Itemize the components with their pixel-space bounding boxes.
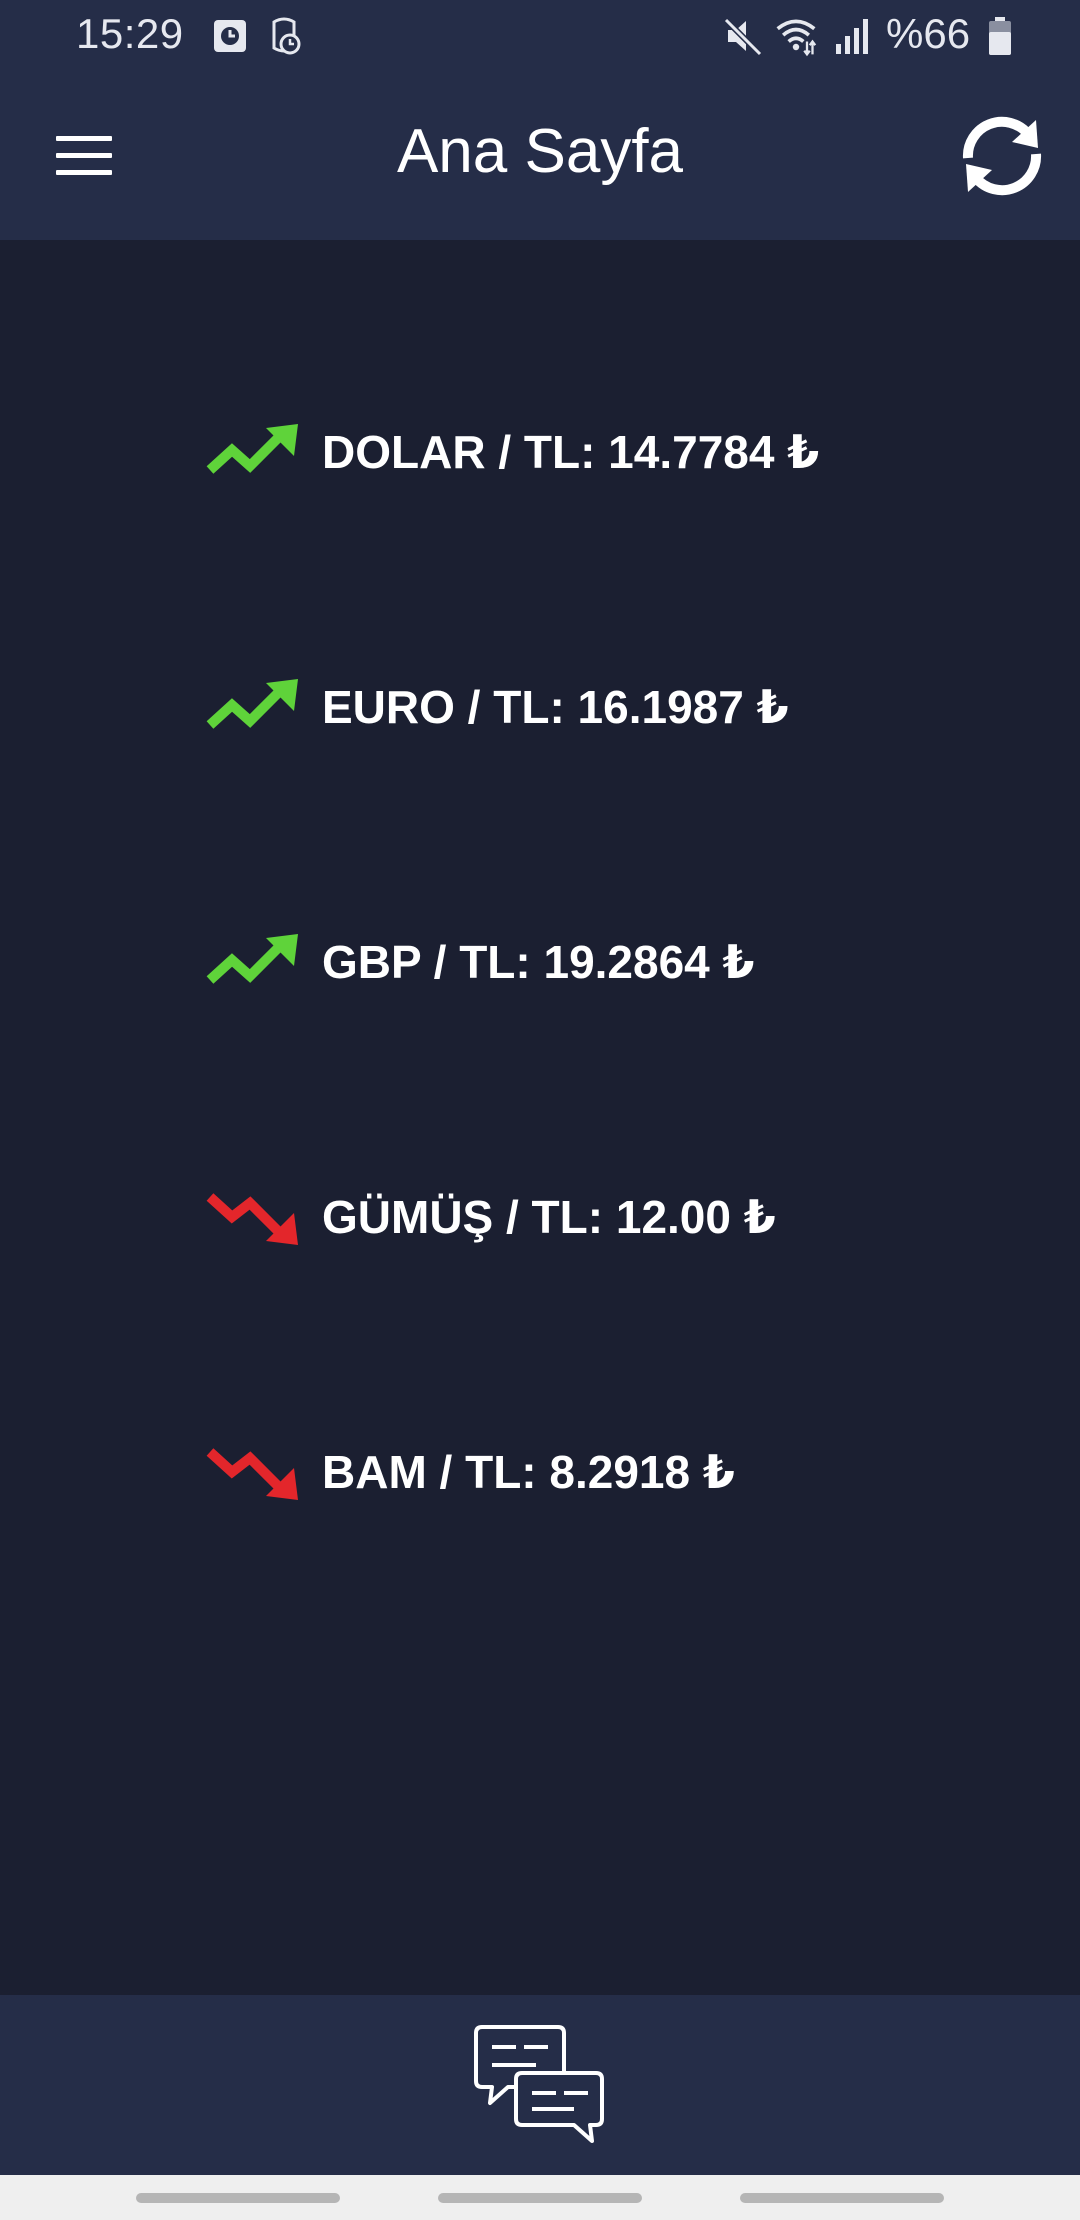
rate-row-dolar: DOLAR / TL: 14.7784 ₺ — [204, 402, 819, 502]
rate-text: EURO / TL: 16.1987 ₺ — [322, 681, 789, 733]
app-bar: Ana Sayfa — [0, 72, 1080, 240]
trend-up-icon — [206, 679, 298, 729]
alarm-icon — [214, 20, 246, 52]
refresh-button[interactable] — [952, 106, 1052, 206]
trend-up-icon — [206, 424, 298, 474]
status-bar: 15:29 %66 — [0, 0, 1080, 72]
rate-text: BAM / TL: 8.2918 ₺ — [322, 1446, 735, 1498]
rate-row-bam: BAM / TL: 8.2918 ₺ — [204, 1422, 735, 1522]
rate-row-gumus: GÜMÜŞ / TL: 12.00 ₺ — [204, 1167, 776, 1267]
signal-icon — [836, 19, 868, 54]
system-nav-bar — [0, 2175, 1080, 2220]
status-time: 15:29 — [76, 10, 184, 57]
trend-down-icon — [206, 1193, 298, 1245]
rates-list: DOLAR / TL: 14.7784 ₺ EURO / TL: 16.1987… — [0, 240, 1080, 1995]
nav-back-button[interactable] — [740, 2193, 944, 2203]
refresh-icon — [962, 116, 1042, 196]
wifi-icon — [776, 19, 817, 57]
rate-text: GÜMÜŞ / TL: 12.00 ₺ — [322, 1191, 776, 1243]
battery-icon — [989, 17, 1011, 55]
rate-text: DOLAR / TL: 14.7784 ₺ — [322, 426, 820, 478]
rate-row-euro: EURO / TL: 16.1987 ₺ — [204, 657, 789, 757]
battery-percentage: %66 — [886, 10, 971, 57]
bottom-bar — [0, 1995, 1080, 2175]
rate-text: GBP / TL: 19.2864 ₺ — [322, 936, 755, 988]
chat-button[interactable] — [472, 2021, 608, 2149]
trend-up-icon — [206, 934, 298, 984]
chat-icon — [474, 2025, 604, 2143]
nav-recents-button[interactable] — [136, 2193, 340, 2203]
rate-row-gbp: GBP / TL: 19.2864 ₺ — [204, 912, 755, 1012]
page-title: Ana Sayfa — [396, 117, 684, 186]
trend-down-icon — [206, 1448, 298, 1500]
mute-icon — [723, 17, 763, 57]
nav-home-button[interactable] — [438, 2193, 642, 2203]
watch-icon — [272, 17, 301, 55]
